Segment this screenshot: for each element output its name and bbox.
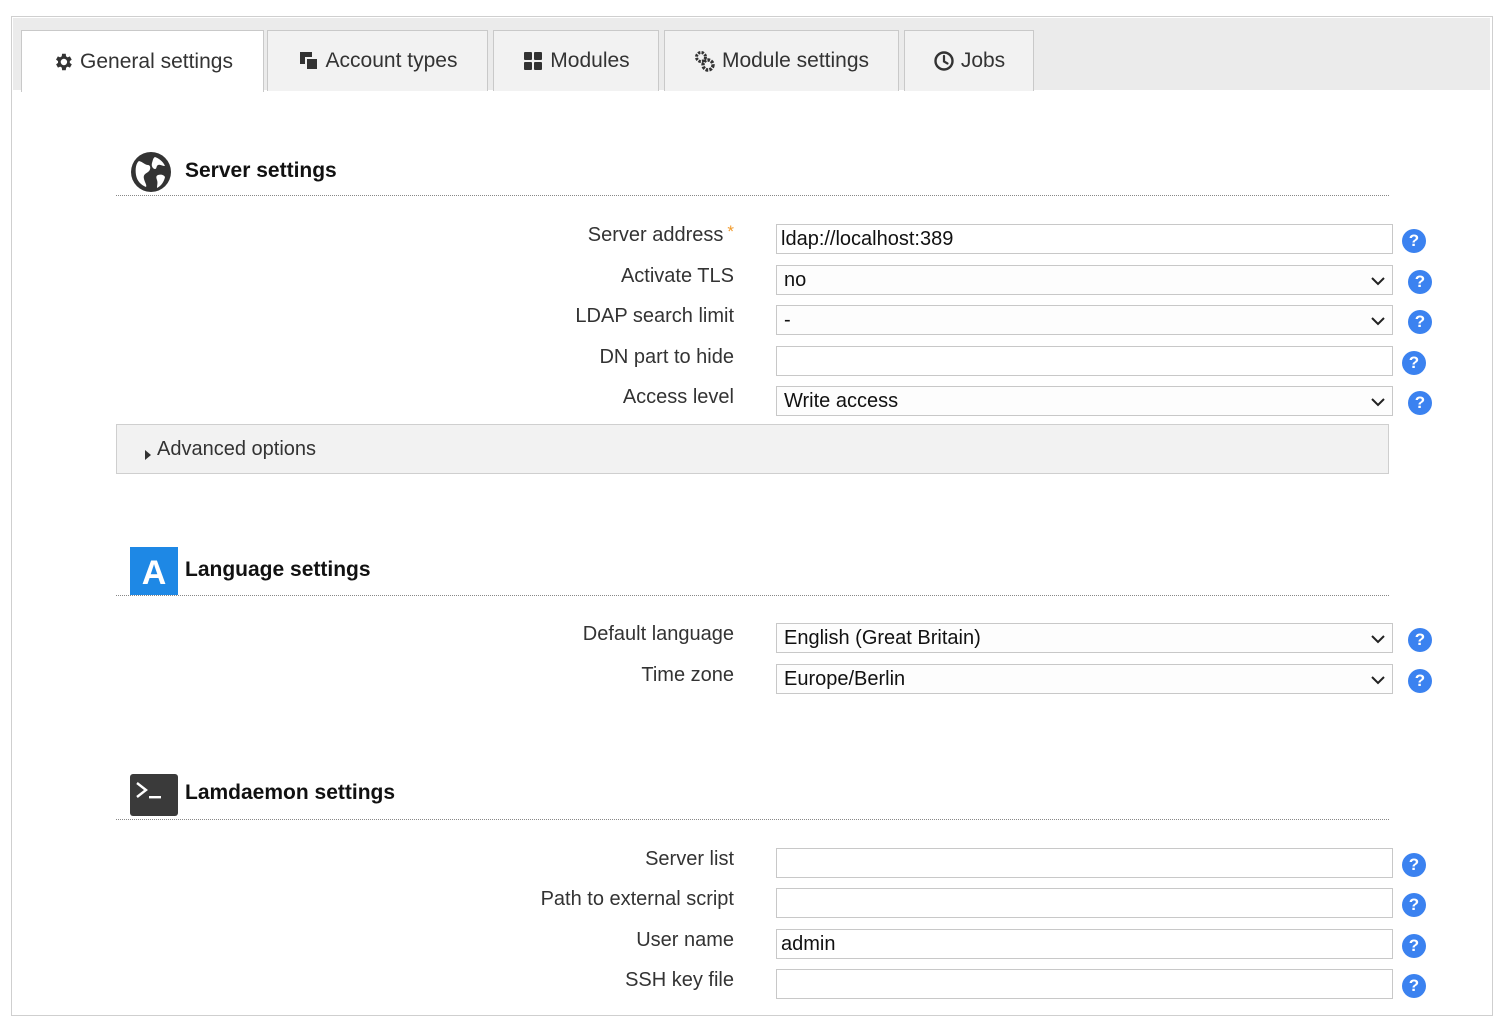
advanced-options-toggle[interactable]: Advanced options	[116, 424, 1389, 474]
help-icon[interactable]: ?	[1408, 391, 1432, 415]
user-name-input[interactable]: admin	[776, 929, 1393, 959]
field-label: Server list	[645, 848, 734, 870]
tab-label: Jobs	[960, 49, 1006, 72]
tab-bar: General settings Account types Modules M…	[13, 18, 1490, 92]
gear-icon	[52, 51, 74, 73]
access-level-row: Access level Write access ?	[12, 386, 1494, 420]
help-icon[interactable]: ?	[1408, 628, 1432, 652]
tab-label: General settings	[80, 49, 233, 73]
chevron-down-icon	[1370, 271, 1386, 295]
dn-part-to-hide-input[interactable]	[776, 346, 1393, 376]
language-settings-header: A Language settings	[116, 547, 1389, 596]
tab-label: Module settings	[721, 49, 870, 72]
copy-icon	[298, 50, 320, 72]
field-label: Path to external script	[540, 888, 734, 910]
tab-module-settings[interactable]: Module settings	[664, 30, 899, 91]
help-icon[interactable]: ?	[1402, 893, 1426, 917]
clock-icon	[933, 50, 955, 72]
tab-account-types[interactable]: Account types	[267, 30, 488, 91]
help-icon[interactable]: ?	[1408, 310, 1432, 334]
help-icon[interactable]: ?	[1402, 934, 1426, 958]
ldap-search-limit-select[interactable]: -	[776, 305, 1393, 335]
field-label: User name	[636, 929, 734, 951]
ssh-key-file-row: SSH key file ?	[12, 969, 1494, 1003]
help-icon[interactable]: ?	[1402, 974, 1426, 998]
tab-jobs[interactable]: Jobs	[904, 30, 1034, 91]
section-title: Language settings	[185, 558, 371, 581]
help-icon[interactable]: ?	[1402, 351, 1426, 375]
language-icon-letter: A	[142, 554, 167, 592]
activate-tls-select[interactable]: no	[776, 265, 1393, 295]
external-script-input[interactable]	[776, 888, 1393, 918]
ssh-key-file-input[interactable]	[776, 969, 1393, 999]
chevron-down-icon	[1370, 311, 1386, 335]
server-list-row: Server list ?	[12, 848, 1494, 882]
field-label: Activate TLS	[620, 265, 734, 287]
activate-tls-row: Activate TLS no ?	[12, 265, 1494, 299]
terminal-icon	[130, 774, 178, 821]
chevron-down-icon	[1370, 392, 1386, 416]
tab-modules[interactable]: Modules	[493, 30, 659, 91]
default-language-select[interactable]: English (Great Britain)	[776, 623, 1393, 653]
tab-label: Account types	[325, 49, 458, 72]
field-label: Default language	[582, 623, 734, 645]
language-a-icon: A	[130, 547, 178, 600]
tab-label: Modules	[550, 49, 630, 72]
server-address-row: Server address * ldap://localhost:389 ?	[12, 222, 1494, 258]
field-label: DN part to hide	[599, 346, 734, 368]
user-name-row: User name admin ?	[12, 929, 1494, 963]
server-list-input[interactable]	[776, 848, 1393, 878]
dn-part-to-hide-row: DN part to hide ?	[12, 346, 1494, 380]
tab-general-settings[interactable]: General settings	[21, 30, 264, 92]
external-script-row: Path to external script ?	[12, 888, 1494, 922]
help-icon[interactable]: ?	[1402, 229, 1426, 253]
help-icon[interactable]: ?	[1408, 669, 1432, 693]
field-label: Time zone	[641, 664, 734, 686]
settings-panel: General settings Account types Modules M…	[11, 16, 1493, 1016]
time-zone-select[interactable]: Europe/Berlin	[776, 664, 1393, 694]
caret-right-icon	[144, 444, 152, 467]
default-language-row: Default language English (Great Britain)…	[12, 623, 1494, 657]
chevron-down-icon	[1370, 629, 1386, 653]
field-label: Access level	[622, 386, 734, 408]
server-address-input[interactable]: ldap://localhost:389	[776, 224, 1393, 254]
section-title: Server settings	[185, 159, 337, 182]
field-label: SSH key file	[625, 969, 734, 991]
grid-icon	[522, 50, 544, 72]
ldap-search-limit-row: LDAP search limit - ?	[12, 305, 1494, 339]
field-label: LDAP search limit	[575, 305, 734, 327]
required-mark: *	[727, 222, 734, 241]
access-level-select[interactable]: Write access	[776, 386, 1393, 416]
chevron-down-icon	[1370, 670, 1386, 694]
globe-icon	[130, 151, 172, 198]
advanced-options-label: Advanced options	[157, 438, 317, 460]
time-zone-row: Time zone Europe/Berlin ?	[12, 664, 1494, 698]
server-settings-header: Server settings	[116, 147, 1389, 196]
section-title: Lamdaemon settings	[185, 781, 396, 804]
field-label: Server address *	[587, 222, 734, 246]
help-icon[interactable]: ?	[1408, 270, 1432, 294]
gears-icon	[694, 50, 716, 72]
lamdaemon-settings-header: Lamdaemon settings	[116, 773, 1389, 820]
help-icon[interactable]: ?	[1402, 853, 1426, 877]
